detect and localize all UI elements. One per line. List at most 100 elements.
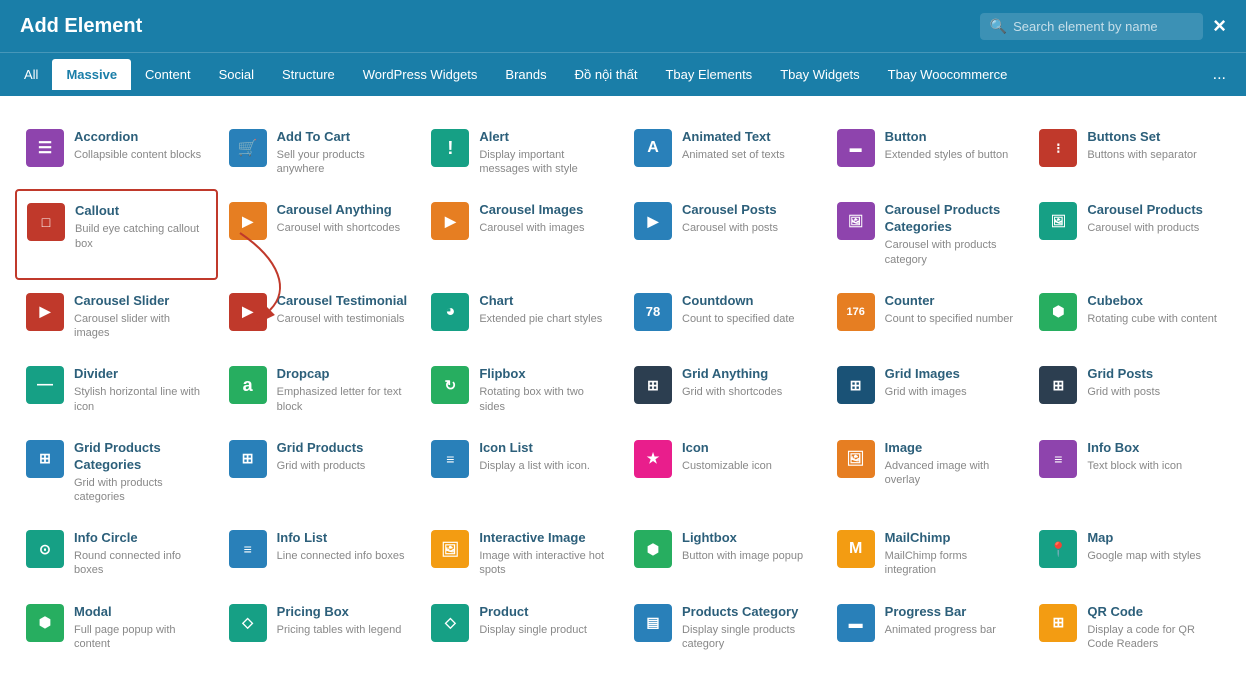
element-item-carousel-testimonial[interactable]: ▶ Carousel Testimonial Carousel with tes… [218,280,421,353]
element-icon-interactive-image: 🖼 [431,530,469,568]
element-item-countdown[interactable]: 78 Countdown Count to specified date [623,280,826,353]
element-desc-info-box: Text block with icon [1087,459,1220,473]
element-item-pricing-box[interactable]: ◇ Pricing Box Pricing tables with legend [218,591,421,664]
element-name-qr-code: QR Code [1087,604,1220,621]
element-item-button[interactable]: ▬ Button Extended styles of button [826,116,1029,189]
tab-content[interactable]: Content [131,59,205,90]
element-item-flipbox[interactable]: ↻ Flipbox Rotating box with two sides [420,353,623,426]
element-icon-divider: — [26,366,64,404]
element-item-interactive-image[interactable]: 🖼 Interactive Image Image with interacti… [420,517,623,590]
tab-wordpress[interactable]: WordPress Widgets [349,59,492,90]
element-item-qr-code[interactable]: ⊞ QR Code Display a code for QR Code Rea… [1028,591,1231,664]
element-item-info-circle[interactable]: ⊙ Info Circle Round connected info boxes [15,517,218,590]
element-item-buttons-set[interactable]: ⁝ Buttons Set Buttons with separator [1028,116,1231,189]
element-info-counter: Counter Count to specified number [885,293,1018,326]
element-item-dropcap[interactable]: a Dropcap Emphasized letter for text blo… [218,353,421,426]
element-item-grid-products-cats[interactable]: ⊞ Grid Products Categories Grid with pro… [15,427,218,517]
element-icon-carousel-anything: ▶ [229,202,267,240]
element-item-tabs[interactable]: ▤ Tabs Tabbed content blocks [420,664,623,676]
element-item-timeline-basic[interactable]: ⊞ Timeline Basic Simple timeline shortco… [1028,664,1231,676]
element-item-carousel-products[interactable]: 🖼 Carousel Products Carousel with produc… [1028,189,1231,279]
element-item-carousel-posts[interactable]: ▶ Carousel Posts Carousel with posts [623,189,826,279]
element-info-alert: Alert Display important messages with st… [479,129,612,176]
element-item-modal[interactable]: ⬢ Modal Full page popup with content [15,591,218,664]
element-icon-carousel-testimonial: ▶ [229,293,267,331]
element-item-icon[interactable]: ★ Icon Customizable icon [623,427,826,517]
element-item-grid-posts[interactable]: ⊞ Grid Posts Grid with posts [1028,353,1231,426]
element-info-carousel-products: Carousel Products Carousel with products [1087,202,1220,235]
element-item-carousel-slider[interactable]: ▶ Carousel Slider Carousel slider with i… [15,280,218,353]
tabs-more-button[interactable]: ... [1203,58,1236,92]
element-item-info-box[interactable]: ≡ Info Box Text block with icon [1028,427,1231,517]
element-item-accordion[interactable]: ☰ Accordion Collapsible content blocks [15,116,218,189]
tab-brands[interactable]: Brands [491,59,560,90]
element-item-map[interactable]: 📍 Map Google map with styles [1028,517,1231,590]
element-info-grid-products-cats: Grid Products Categories Grid with produ… [74,440,207,504]
element-item-quote[interactable]: “ Quote Quote text block [15,664,218,676]
element-icon-chart: ◕ [431,293,469,331]
element-icon-grid-products-cats: ⊞ [26,440,64,478]
element-name-buttons-set: Buttons Set [1087,129,1220,146]
element-item-mailchimp[interactable]: M MailChimp MailChimp forms integration [826,517,1029,590]
element-item-progress-bar[interactable]: ▬ Progress Bar Animated progress bar [826,591,1029,664]
element-item-lightbox[interactable]: ⬢ Lightbox Button with image popup [623,517,826,590]
tab-massive[interactable]: Massive [52,59,131,90]
element-icon-counter: 176 [837,293,875,331]
element-desc-cubebox: Rotating cube with content [1087,312,1220,326]
element-item-icon-list[interactable]: ≡ Icon List Display a list with icon. [420,427,623,517]
element-info-chart: Chart Extended pie chart styles [479,293,612,326]
element-name-carousel-anything: Carousel Anything [277,202,410,219]
element-item-carousel-products-cats[interactable]: 🖼 Carousel Products Categories Carousel … [826,189,1029,279]
element-icon-buttons-set: ⁝ [1039,129,1077,167]
element-icon-carousel-slider: ▶ [26,293,64,331]
element-info-map: Map Google map with styles [1087,530,1220,563]
element-item-callout[interactable]: □ Callout Build eye catching callout box [15,189,218,279]
element-info-divider: Divider Stylish horizontal line with ico… [74,366,207,413]
tab-tbay-woocommerce[interactable]: Tbay Woocommerce [874,59,1022,90]
element-desc-mailchimp: MailChimp forms integration [885,549,1018,578]
element-item-divider[interactable]: — Divider Stylish horizontal line with i… [15,353,218,426]
tab-do-noi-that[interactable]: Đồ nội thất [561,59,652,90]
element-desc-image: Advanced image with overlay [885,459,1018,488]
element-info-image: Image Advanced image with overlay [885,440,1018,487]
element-desc-products-category: Display single products category [682,623,815,652]
element-item-alert[interactable]: ! Alert Display important messages with … [420,116,623,189]
close-button[interactable]: × [1213,15,1226,37]
element-item-chart[interactable]: ◕ Chart Extended pie chart styles [420,280,623,353]
element-item-image[interactable]: 🖼 Image Advanced image with overlay [826,427,1029,517]
element-icon-qr-code: ⊞ [1039,604,1077,642]
tab-structure[interactable]: Structure [268,59,349,90]
element-item-grid-anything[interactable]: ⊞ Grid Anything Grid with shortcodes [623,353,826,426]
element-item-products-category[interactable]: ▤ Products Category Display single produ… [623,591,826,664]
element-item-animated-text[interactable]: A Animated Text Animated set of texts [623,116,826,189]
element-item-cubebox[interactable]: ⬢ Cubebox Rotating cube with content [1028,280,1231,353]
element-icon-flipbox: ↻ [431,366,469,404]
element-item-grid-images[interactable]: ⊞ Grid Images Grid with images [826,353,1029,426]
tab-social[interactable]: Social [205,59,268,90]
element-desc-add-to-cart: Sell your products anywhere [277,148,410,177]
tab-tbay-elements[interactable]: Tbay Elements [651,59,766,90]
element-info-mailchimp: MailChimp MailChimp forms integration [885,530,1018,577]
tab-all[interactable]: All [10,59,52,90]
element-name-image: Image [885,440,1018,457]
search-input[interactable] [1013,19,1193,34]
element-name-icon: Icon [682,440,815,457]
element-desc-progress-bar: Animated progress bar [885,623,1018,637]
element-item-single-post[interactable]: ▤ Single Post Customizable post with man… [218,664,421,676]
element-desc-grid-products-cats: Grid with products categories [74,476,207,505]
element-icon-grid-anything: ⊞ [634,366,672,404]
element-item-testimonial[interactable]: “ Testimonial Stylish recommendation box [623,664,826,676]
element-item-carousel-images[interactable]: ▶ Carousel Images Carousel with images [420,189,623,279]
element-info-qr-code: QR Code Display a code for QR Code Reade… [1087,604,1220,651]
element-item-counter[interactable]: 176 Counter Count to specified number [826,280,1029,353]
element-desc-counter: Count to specified number [885,312,1018,326]
tab-tbay-widgets[interactable]: Tbay Widgets [766,59,873,90]
element-item-product[interactable]: ◇ Product Display single product [420,591,623,664]
element-item-carousel-anything[interactable]: ▶ Carousel Anything Carousel with shortc… [218,189,421,279]
element-item-text-block[interactable]: T Text Block Display a text with font fo… [826,664,1029,676]
element-name-accordion: Accordion [74,129,207,146]
element-item-grid-products[interactable]: ⊞ Grid Products Grid with products [218,427,421,517]
element-info-carousel-testimonial: Carousel Testimonial Carousel with testi… [277,293,410,326]
element-item-info-list[interactable]: ≡ Info List Line connected info boxes [218,517,421,590]
element-item-add-to-cart[interactable]: 🛒 Add To Cart Sell your products anywher… [218,116,421,189]
